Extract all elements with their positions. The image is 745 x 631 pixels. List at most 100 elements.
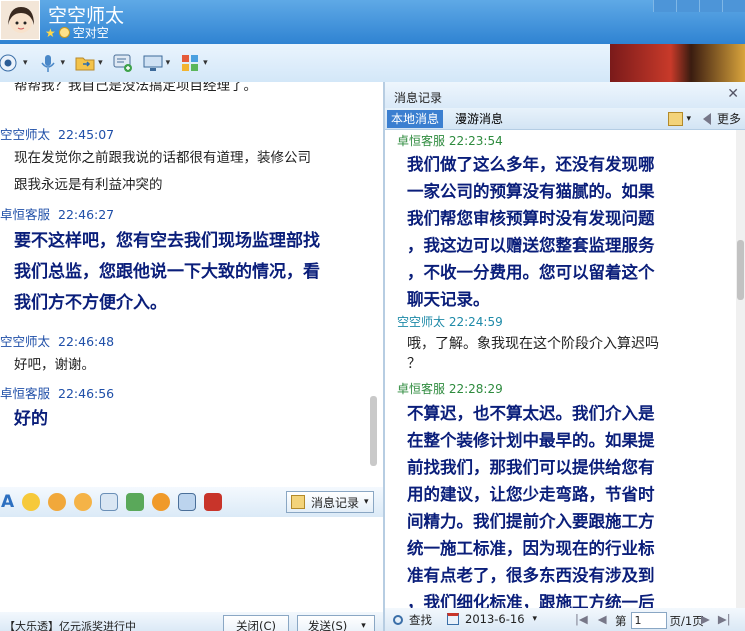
message-header: 空空师太 22:24:59 xyxy=(397,313,503,330)
more-link[interactable]: 更多 xyxy=(717,110,741,127)
message-line: 间精力。我们提前介入要跟施工方 xyxy=(407,512,655,531)
message-line: ，不收一分费用。您可以留着这个 xyxy=(407,263,655,282)
close-icon[interactable]: ✕ xyxy=(727,86,739,102)
chat-toolbar: ▾ ▾ ▾ ▾ ▾ xyxy=(0,44,610,82)
tab-local-messages[interactable]: 本地消息 xyxy=(387,110,444,128)
screenshot-icon[interactable] xyxy=(100,493,119,511)
shake-icon[interactable] xyxy=(74,493,93,511)
message-line: 现在发觉你之前跟我说的话都很有道理，装修公司 xyxy=(14,150,311,166)
message-history-button[interactable]: 消息记录 ▾ xyxy=(286,491,374,513)
title-bar: 空空师太 ★ 空对空 xyxy=(0,0,745,44)
message-line: 我们做了这么多年，还没有发现哪 xyxy=(407,155,655,174)
message-text: 现在发觉你之前跟我说的话都很有道理，装修公司 跟我永远是有利益冲突的 xyxy=(14,145,311,199)
avatar[interactable] xyxy=(0,0,40,40)
game-ad-banner[interactable] xyxy=(610,44,745,82)
sender-name: 空空师太 xyxy=(0,334,51,349)
skin-button[interactable] xyxy=(653,0,676,12)
message-line: 我们方不方便介入。 xyxy=(14,293,167,313)
speaker-icon[interactable] xyxy=(702,112,711,125)
history-button-label: 消息记录 xyxy=(311,495,360,510)
search-button[interactable]: 查找 xyxy=(393,612,432,628)
gift-icon[interactable] xyxy=(204,493,223,511)
sender-name: 卓恒客服 xyxy=(0,386,51,401)
sender-name: 卓恒客服 xyxy=(397,382,446,396)
star-icon: ★ xyxy=(45,25,56,40)
message-time: 22:23:54 xyxy=(448,134,503,148)
message-line: 一家公司的预算没有猫腻的。如果 xyxy=(407,182,655,201)
message-line: 统一施工标准，因为现在的行业标 xyxy=(407,539,655,558)
create-group-icon xyxy=(113,54,132,72)
create-group-button[interactable] xyxy=(113,53,133,73)
message-header: 卓恒客服 22:46:27 xyxy=(0,204,114,223)
message-text: 要不这样吧，您有空去我们现场监理部找 我们总监，您跟他说一下大致的情况，看 我们… xyxy=(14,226,320,319)
chevron-down-icon[interactable]: ▾ xyxy=(361,621,366,631)
scrollbar-thumb[interactable] xyxy=(370,396,377,466)
message-line: 前找我们，那我们可以提供给您有 xyxy=(407,458,655,477)
history-tabs: 本地消息 漫游消息 ▾ 更多 xyxy=(385,108,745,130)
history-tools: ▾ 更多 xyxy=(668,110,741,127)
history-panel-header: 消息记录 ✕ xyxy=(385,82,745,108)
history-scrollbar[interactable] xyxy=(736,130,745,608)
scrollbar-thumb[interactable] xyxy=(737,240,744,300)
history-footer: 查找 2013-6-16 ▾ |◀ ◀ 第 1 页/1页 ▶ ▶| xyxy=(385,608,745,631)
tab-roaming-messages[interactable]: 漫游消息 xyxy=(451,110,507,128)
message-text: 不算迟，也不算太迟。我们介入是 在整个装修计划中最早的。如果提 前找我们，那我们… xyxy=(407,400,707,608)
signature-text: 空对空 xyxy=(72,26,109,40)
close-window-button[interactable] xyxy=(722,0,745,12)
magic-emoji-icon[interactable] xyxy=(48,493,67,511)
history-message-list[interactable]: 卓恒客服 22:23:54 我们做了这么多年，还没有发现哪 一家公司的预算没有猫… xyxy=(385,130,735,608)
chevron-down-icon[interactable]: ▾ xyxy=(686,114,691,124)
font-icon[interactable]: A xyxy=(1,492,14,512)
message-time: 22:46:27 xyxy=(58,207,115,222)
message-line: 我们总监，您跟他说一下大致的情况，看 xyxy=(14,262,320,282)
message-header: 空空师太 22:45:07 xyxy=(0,124,114,143)
message-header: 卓恒客服 22:28:29 xyxy=(397,380,503,397)
send-button[interactable]: 发送(S) ▾ xyxy=(297,615,375,631)
last-page-icon[interactable]: ▶| xyxy=(718,612,731,626)
apps-button[interactable]: ▾ xyxy=(180,53,208,73)
message-text: 好的 xyxy=(14,404,48,435)
page-nav-back: |◀ ◀ xyxy=(575,612,607,626)
message-history-panel: 消息记录 ✕ 本地消息 漫游消息 ▾ 更多 卓恒客服 22:23:54 我们做了… xyxy=(385,82,745,631)
message-line: 我们帮您审核预算时没有发现问题 xyxy=(407,209,655,228)
emoji-icon[interactable] xyxy=(22,493,41,511)
screen-share-icon[interactable] xyxy=(178,493,197,511)
page-nav-forward: ▶ ▶| xyxy=(701,612,731,626)
bottom-bar: 【大乐透】亿元派奖进行中 关闭(C) 发送(S) ▾ xyxy=(0,612,383,631)
message-line: ，我这边可以赠送您整套监理服务 xyxy=(407,236,655,255)
minimize-button[interactable] xyxy=(676,0,699,12)
export-icon[interactable] xyxy=(668,111,684,126)
apps-icon xyxy=(182,55,199,71)
send-file-button[interactable]: ▾ xyxy=(75,53,103,73)
message-line: 聊天记录。 xyxy=(407,290,490,309)
chevron-down-icon: ▾ xyxy=(203,58,208,68)
music-icon[interactable] xyxy=(152,493,171,511)
date-picker[interactable]: 2013-6-16 ▾ xyxy=(447,612,537,626)
send-button-label: 发送(S) xyxy=(308,619,348,631)
remote-assist-icon xyxy=(143,55,163,71)
message-text: 哦，了解。象我现在这个阶段介入算迟吗 ？ xyxy=(407,334,707,374)
close-button[interactable]: 关闭(C) xyxy=(223,615,289,631)
message-text: 好吧，谢谢。 xyxy=(14,352,95,379)
history-icon xyxy=(291,495,305,509)
chevron-down-icon: ▾ xyxy=(98,58,103,68)
image-icon[interactable] xyxy=(126,493,145,511)
first-page-icon[interactable]: |◀ xyxy=(575,612,588,626)
ad-text-link[interactable]: 【大乐透】亿元派奖进行中 xyxy=(4,618,136,631)
voice-call-button[interactable]: ▾ xyxy=(38,53,65,73)
prev-page-icon[interactable]: ◀ xyxy=(598,612,607,626)
video-call-button[interactable]: ▾ xyxy=(0,53,28,73)
remote-assist-button[interactable]: ▾ xyxy=(143,53,171,73)
message-header: 卓恒客服 22:23:54 xyxy=(397,132,503,149)
chevron-down-icon: ▾ xyxy=(165,58,171,68)
page-number-input[interactable]: 1 xyxy=(630,612,667,629)
chat-message-area[interactable]: 帮帮我？我自己是没法搞定项目经理了。 空空师太 22:45:07 现在发觉你之前… xyxy=(0,82,383,487)
next-page-icon[interactable]: ▶ xyxy=(701,612,710,626)
message-partial: 帮帮我？我自己是没法搞定项目经理了。 xyxy=(14,82,257,94)
send-file-icon xyxy=(75,57,95,71)
page-prefix: 第 xyxy=(615,613,627,628)
message-input[interactable] xyxy=(0,517,383,612)
maximize-button[interactable] xyxy=(699,0,722,12)
page-indicator: 第 1 页/1页 xyxy=(615,612,704,629)
input-toolbar: A 消息记录 ▾ xyxy=(0,487,383,517)
